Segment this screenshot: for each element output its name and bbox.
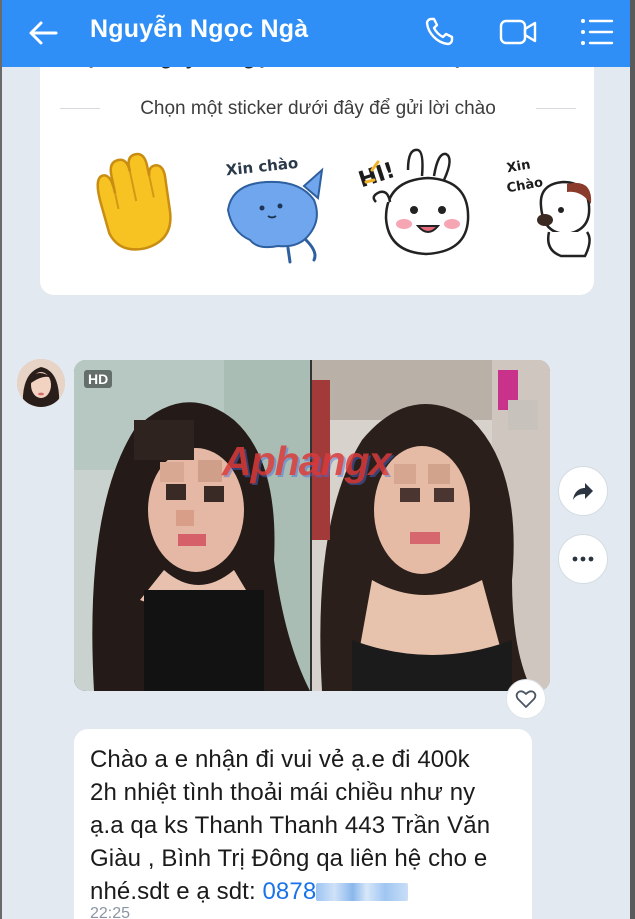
phone-icon[interactable] <box>418 10 464 54</box>
sticker-hint-text: Chọn một sticker dưới đây để gửi lời chà… <box>140 98 496 119</box>
forward-icon <box>573 483 593 500</box>
video-call-icon[interactable] <box>495 10 541 54</box>
svg-text:Xin chào: Xin chào <box>225 154 299 179</box>
sender-avatar[interactable] <box>17 359 65 407</box>
sticker-hint-row: Chọn một sticker dưới đây để gửi lời chà… <box>60 95 576 125</box>
chat-header: Nguyễn Ngọc Ngà <box>0 0 635 67</box>
contact-name[interactable]: Nguyễn Ngọc Ngà <box>90 15 308 44</box>
waving-hand-sticker[interactable] <box>73 140 193 265</box>
photo-message[interactable]: HD Aphangx <box>74 360 550 691</box>
photo-right[interactable] <box>312 360 550 691</box>
window-edge-left <box>0 0 2 919</box>
xin-chao-blue-cat-sticker[interactable]: Xin chào <box>218 140 338 265</box>
more-options-button[interactable] <box>558 534 608 584</box>
message-line: Chào a e nhận đi vui vẻ ạ.e đi 400k <box>90 746 470 773</box>
forward-button[interactable] <box>558 466 608 516</box>
photo-watermark: Aphangx <box>222 438 391 484</box>
window-edge-right <box>630 0 635 919</box>
phone-number-link[interactable]: 0878 <box>262 878 409 905</box>
phone-number-redaction <box>316 883 409 901</box>
hd-badge: HD <box>84 370 113 388</box>
message-text: Chào a e nhận đi vui vẻ ạ.e đi 400k 2h n… <box>90 743 518 908</box>
xin-chao-dog-sticker[interactable]: Xin Chào <box>501 140 594 265</box>
svg-text:Chào: Chào <box>506 175 545 196</box>
message-line: 2h nhiệt tình thoải mái chiều như ny <box>90 779 476 806</box>
menu-icon[interactable] <box>574 10 620 54</box>
svg-text:Xin: Xin <box>506 157 532 176</box>
more-dots-icon <box>572 556 594 562</box>
message-line-last: nhé.sdt e ạ sdt: 0878 <box>90 875 518 908</box>
message-line: Giàu , Bình Trị Đông qa liên hệ cho e <box>90 845 488 872</box>
text-message-bubble[interactable]: Chào a e nhận đi vui vẻ ạ.e đi 400k 2h n… <box>74 729 532 919</box>
back-arrow-icon[interactable] <box>22 12 64 54</box>
react-heart-button[interactable] <box>506 679 546 719</box>
message-line: ạ.a qa ks Thanh Thanh 443 Trần Văn <box>90 812 491 839</box>
message-time: 22:25 <box>90 905 131 919</box>
photo-left[interactable]: HD <box>74 360 310 691</box>
hi-bunny-sticker[interactable]: HI! <box>356 140 478 265</box>
sticker-suggestion-card: Bạn và Nguyễn Ngọc ... đã trở thành bạn … <box>40 50 594 295</box>
heart-icon <box>515 690 537 708</box>
